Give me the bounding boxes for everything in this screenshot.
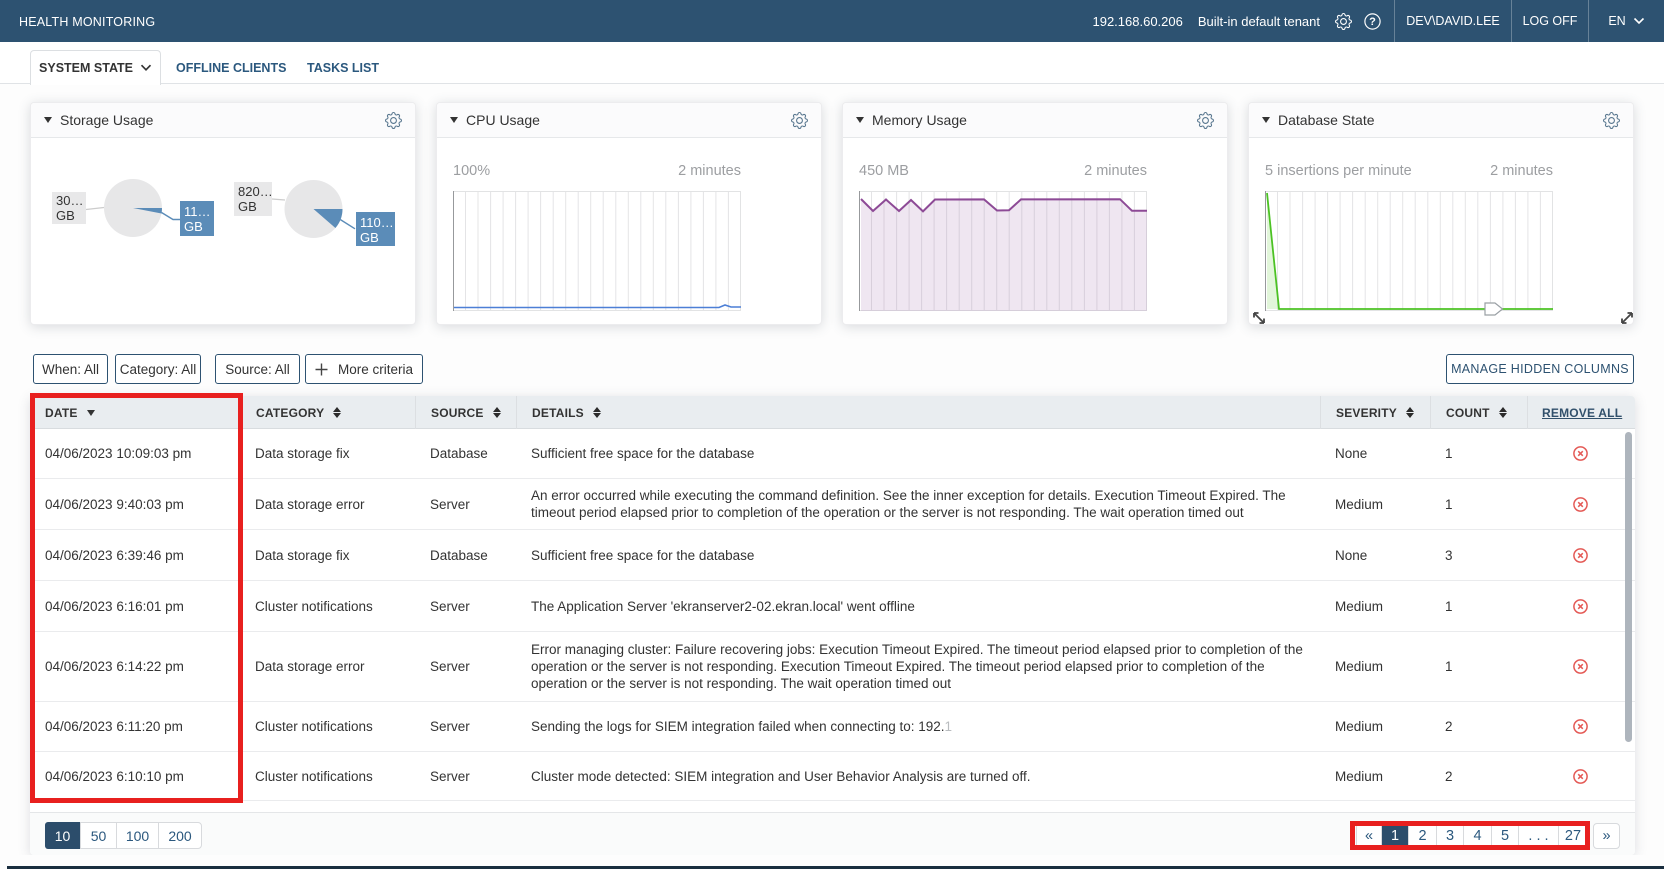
- svg-text:?: ?: [1369, 16, 1376, 28]
